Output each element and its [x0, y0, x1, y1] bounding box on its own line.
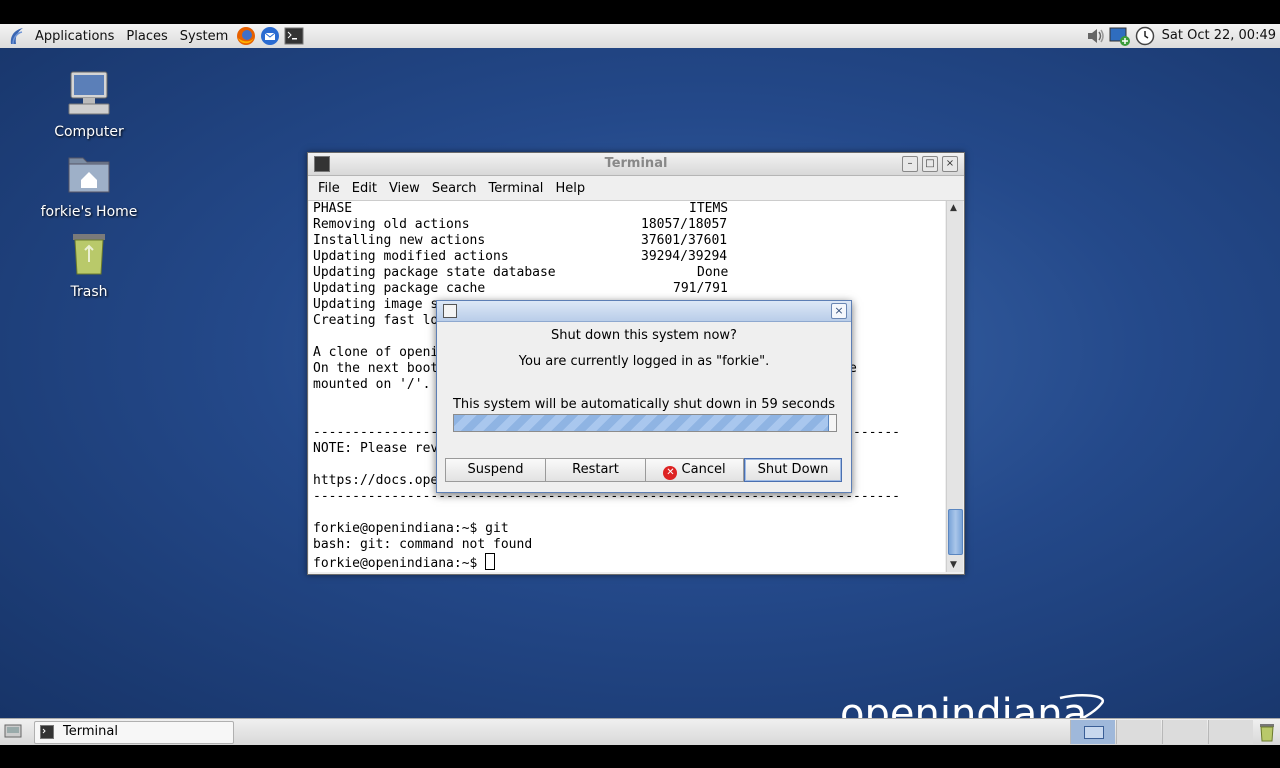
menu-search[interactable]: Search	[426, 181, 483, 196]
computer-icon	[68, 71, 110, 115]
desktop-icon-label: Trash	[70, 284, 108, 300]
clock-icon	[1134, 26, 1156, 46]
workspace-3[interactable]	[1162, 720, 1207, 744]
terminal-line: 37601/37601	[641, 233, 728, 248]
terminal-scrollbar[interactable]: ▲ ▼	[946, 201, 963, 572]
terminal-line: Updating package cache	[313, 281, 486, 296]
progress-fill	[454, 415, 830, 431]
firefox-launcher-icon[interactable]	[235, 25, 257, 47]
terminal-line: https://docs.ope	[313, 473, 439, 488]
shutdown-progress-bar	[453, 414, 837, 432]
trash-applet-icon[interactable]	[1258, 722, 1276, 742]
scrollbar-thumb[interactable]	[948, 509, 963, 555]
shutdown-dialog: × Shut down this system now? You are cur…	[436, 300, 852, 493]
places-menu[interactable]: Places	[120, 29, 173, 44]
prompt-text: forkie@openindiana:~$	[313, 556, 486, 571]
dialog-countdown-text: This system will be automatically shut d…	[452, 397, 836, 412]
terminal-line: mounted on '/'.	[313, 377, 431, 392]
terminal-line: Updating image s	[313, 297, 439, 312]
desktop-icon-home[interactable]: forkie's Home	[34, 148, 144, 220]
dialog-window-icon[interactable]	[443, 304, 457, 318]
terminal-line: Updating modified actions	[313, 249, 509, 264]
suspend-button[interactable]: Suspend	[445, 458, 546, 482]
openindiana-menu-icon[interactable]	[6, 25, 28, 47]
restart-button[interactable]: Restart	[545, 458, 646, 482]
terminal-line: ITEMS	[689, 201, 729, 216]
minimize-button[interactable]: –	[902, 156, 918, 172]
scroll-down-arrow-icon[interactable]: ▼	[950, 560, 957, 570]
cancel-icon: ✕	[663, 466, 678, 480]
terminal-line: 18057/18057	[641, 217, 728, 232]
desktop-icon-label: forkie's Home	[40, 204, 138, 220]
cancel-button-label: Cancel	[681, 462, 726, 477]
terminal-line: bash: git: command not found	[313, 537, 533, 552]
menu-help[interactable]: Help	[549, 181, 591, 196]
taskbar-item-terminal[interactable]: Terminal	[34, 721, 234, 744]
bottom-panel: Terminal	[0, 718, 1280, 745]
terminal-line: NOTE: Please rev	[313, 441, 439, 456]
thunderbird-launcher-icon[interactable]	[259, 25, 281, 47]
terminal-launcher-icon[interactable]	[283, 25, 305, 47]
terminal-line: Installing new actions	[313, 233, 486, 248]
volume-icon[interactable]	[1085, 26, 1107, 46]
terminal-line: PHASE	[313, 201, 353, 216]
system-menu[interactable]: System	[174, 29, 234, 44]
dialog-titlebar[interactable]: ×	[437, 301, 851, 322]
cancel-button[interactable]: ✕ Cancel	[645, 458, 744, 482]
workspace-2[interactable]	[1116, 720, 1161, 744]
desktop-icon-label: Computer	[54, 124, 124, 140]
show-desktop-icon[interactable]	[4, 723, 22, 739]
openindiana-logo: openindiana	[840, 691, 1120, 718]
applications-menu[interactable]: Applications	[29, 29, 120, 44]
update-manager-icon[interactable]	[1109, 26, 1131, 46]
dialog-close-icon[interactable]: ×	[831, 303, 847, 319]
terminal-icon	[40, 725, 54, 739]
shutdown-button[interactable]: Shut Down	[744, 458, 842, 482]
close-button[interactable]: ×	[942, 156, 958, 172]
terminal-line: Done	[697, 265, 729, 280]
trash-icon	[73, 234, 105, 275]
dialog-logged-in-text: You are currently logged in as "forkie".	[518, 354, 770, 369]
svg-text:openindiana: openindiana	[840, 693, 1087, 718]
terminal-line: 39294/39294	[641, 249, 728, 264]
menu-file[interactable]: File	[312, 181, 346, 196]
top-panel: Applications Places System Sat Oct 22, 0…	[0, 24, 1280, 49]
terminal-titlebar[interactable]: Terminal – □ ×	[308, 153, 964, 176]
dialog-question: Shut down this system now?	[551, 328, 737, 343]
terminal-title: Terminal	[604, 156, 668, 171]
terminal-line: Updating package state database	[313, 265, 556, 280]
terminal-line: On the next boot	[313, 361, 439, 376]
taskbar-item-label: Terminal	[63, 724, 118, 739]
panel-clock[interactable]: Sat Oct 22, 00:49	[1162, 24, 1276, 48]
menu-edit[interactable]: Edit	[346, 181, 383, 196]
terminal-line: Removing old actions	[313, 217, 470, 232]
terminal-line: A clone of openi	[313, 345, 439, 360]
terminal-line: Creating fast lo	[313, 313, 439, 328]
menu-view[interactable]: View	[383, 181, 426, 196]
desktop-icon-computer[interactable]: Computer	[34, 68, 144, 140]
maximize-button[interactable]: □	[922, 156, 938, 172]
terminal-prompt: forkie@openindiana:~$	[313, 553, 496, 572]
menu-terminal[interactable]: Terminal	[482, 181, 549, 196]
home-folder-icon	[68, 157, 110, 193]
scroll-up-arrow-icon[interactable]: ▲	[950, 203, 957, 213]
text-cursor	[485, 553, 496, 570]
desktop-icon-trash[interactable]: Trash	[34, 228, 144, 300]
terminal-line: forkie@openindiana:~$ git	[313, 521, 509, 536]
workspace-4[interactable]	[1208, 720, 1253, 744]
terminal-line: 791/791	[673, 281, 728, 296]
terminal-menubar: File Edit View Search Terminal Help	[308, 176, 964, 201]
workspace-1[interactable]	[1070, 720, 1115, 744]
